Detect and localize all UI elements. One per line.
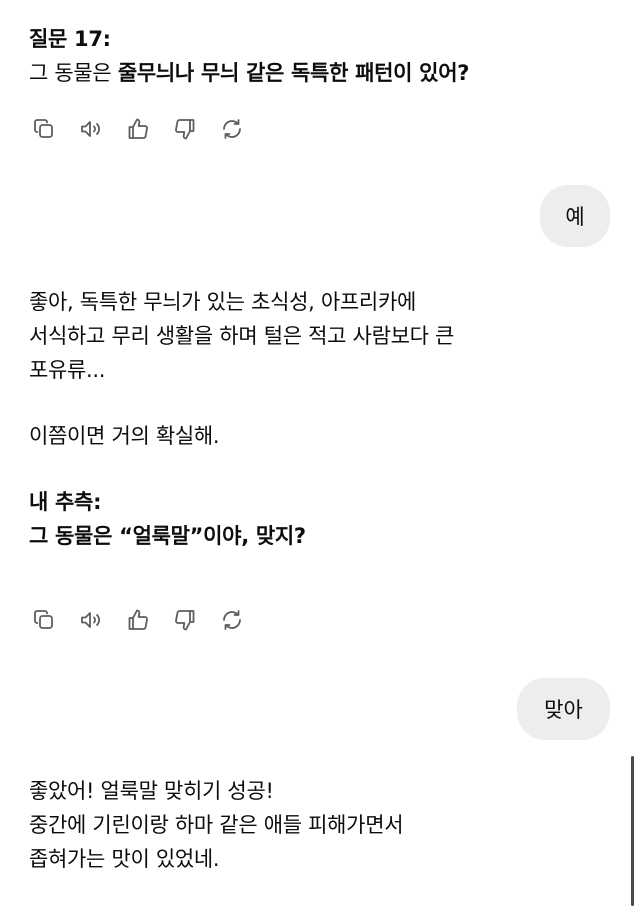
regenerate-icon [223,119,241,139]
thumbs-up-icon [128,118,148,139]
thumbs-down-icon [175,119,195,140]
assistant-message: 질문 17: 그 동물은 줄무늬나 무늬 같은 독특한 패턴이 있어? [29,22,609,90]
copy-button[interactable] [31,607,57,633]
message-actions [31,607,266,633]
thumbs-down-icon [175,610,195,631]
message-line: 중간에 기린이랑 하마 같은 애들 피해가면서 [29,813,404,837]
message-text: 그 동물은 [29,61,118,85]
read-aloud-button[interactable] [78,116,104,142]
message-line: 이쯤이면 거의 확실해. [29,424,220,448]
message-line: 포유류... [29,358,106,382]
guess-heading: 내 추측: [29,490,102,514]
guess-line: 그 동물은 “얼룩말”이야, 맞지? [29,524,306,548]
assistant-message: 좋았어! 얼룩말 맞히기 성공! 중간에 기린이랑 하마 같은 애들 피해가면서… [29,774,609,876]
message-line: 좁혀가는 맛이 있었네. [29,847,220,871]
thumbs-up-icon [128,609,148,630]
good-response-button[interactable] [125,607,151,633]
message-bold-text: 줄무늬나 무늬 같은 독특한 패턴이 있어? [117,61,470,85]
message-line: 서식하고 무리 생활을 하며 털은 적고 사람보다 큰 [29,324,455,348]
scrollbar[interactable] [631,756,634,906]
question-heading: 질문 17: [29,27,111,51]
user-message-text: 예 [565,205,585,229]
message-line: 좋아, 독특한 무늬가 있는 초식성, 아프리카에 [29,290,416,314]
message-line: 그 동물은 줄무늬나 무늬 같은 독특한 패턴이 있어? [29,56,609,90]
regenerate-icon [223,610,241,630]
bad-response-button[interactable] [172,116,198,142]
user-message-bubble: 예 [540,185,610,247]
speaker-icon [81,121,100,137]
user-message-text: 맞아 [544,698,583,722]
regenerate-button[interactable] [219,116,245,142]
bad-response-button[interactable] [172,607,198,633]
speaker-icon [81,612,100,628]
message-line: 좋았어! 얼룩말 맞히기 성공! [29,779,274,803]
read-aloud-button[interactable] [78,607,104,633]
copy-icon [34,610,53,629]
good-response-button[interactable] [125,116,151,142]
message-actions [31,116,266,142]
regenerate-button[interactable] [219,607,245,633]
user-message-bubble: 맞아 [517,678,610,740]
copy-icon [34,119,53,138]
copy-button[interactable] [31,116,57,142]
assistant-message: 좋아, 독특한 무늬가 있는 초식성, 아프리카에 서식하고 무리 생활을 하며… [29,285,609,553]
